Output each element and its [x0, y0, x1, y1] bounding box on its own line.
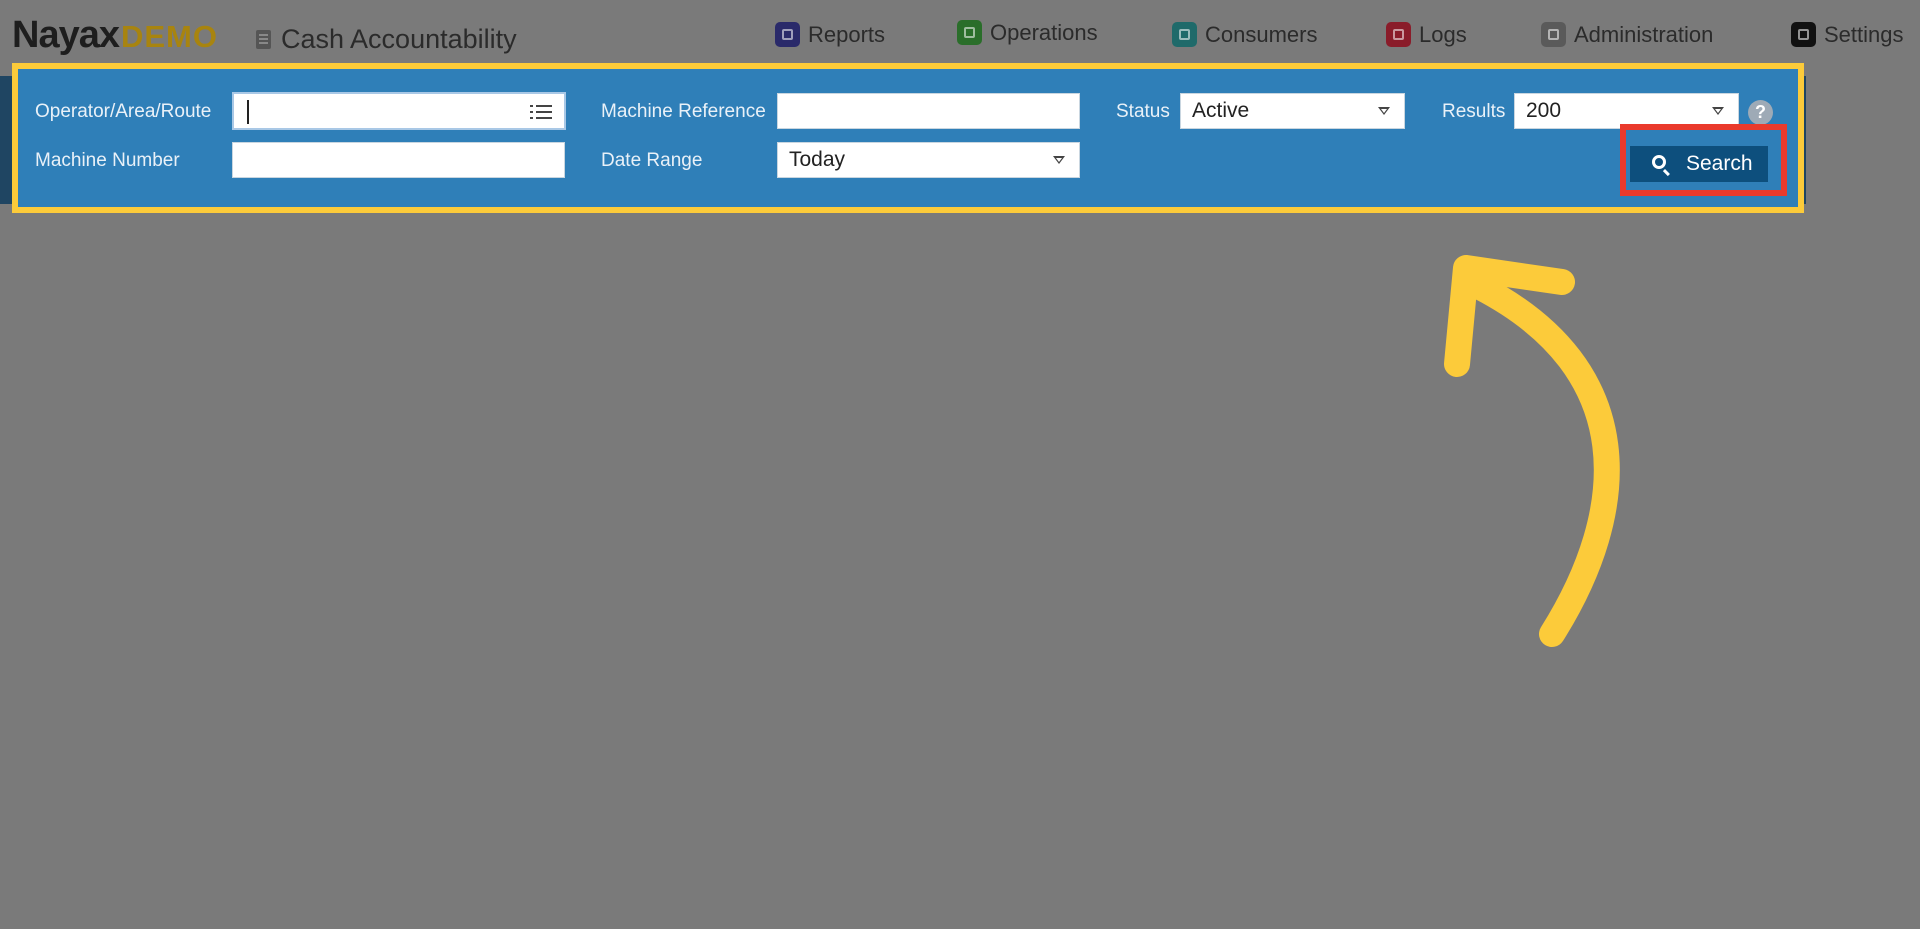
logs-icon [1386, 22, 1411, 47]
nav-settings-label: Settings [1824, 22, 1904, 47]
nav-logs-label: Logs [1419, 22, 1467, 47]
page-title: Cash Accountability [256, 24, 517, 55]
results-label: Results [1442, 101, 1506, 122]
results-value: 200 [1526, 99, 1562, 122]
results-select[interactable]: 200 [1514, 93, 1739, 129]
nav-settings[interactable]: Settings [1791, 22, 1904, 48]
machine-reference-label: Machine Reference [601, 101, 766, 122]
nav-operations[interactable]: Operations [957, 20, 1098, 46]
document-icon [256, 30, 271, 49]
brand-demo-tag: DEMO [120, 19, 218, 54]
machine-number-label: Machine Number [35, 150, 180, 171]
machine-reference-input[interactable] [777, 93, 1080, 129]
nav-consumers-label: Consumers [1205, 22, 1318, 47]
administration-icon [1541, 22, 1566, 47]
status-value: Active [1192, 99, 1250, 122]
chevron-down-icon [1378, 107, 1390, 115]
operator-area-route-input[interactable] [232, 92, 566, 130]
text-caret [247, 100, 249, 124]
help-icon[interactable]: ? [1748, 100, 1773, 125]
top-bar: NayaxDEMO Cash Accountability Reports Op… [0, 0, 1920, 76]
search-icon [1652, 155, 1666, 169]
machine-number-input[interactable] [232, 142, 565, 178]
status-select[interactable]: Active [1180, 93, 1405, 129]
consumers-icon [1172, 22, 1197, 47]
nav-administration-label: Administration [1574, 22, 1714, 47]
nav-administration[interactable]: Administration [1541, 22, 1713, 48]
nav-reports-label: Reports [808, 22, 886, 47]
chevron-down-icon [1712, 107, 1724, 115]
nav-consumers[interactable]: Consumers [1172, 22, 1317, 48]
date-range-value: Today [789, 148, 846, 171]
date-range-select[interactable]: Today [777, 142, 1080, 178]
search-button-label: Search [1686, 152, 1753, 175]
nav-operations-label: Operations [990, 20, 1098, 45]
status-label: Status [1116, 101, 1170, 122]
list-picker-icon[interactable] [530, 104, 552, 120]
nav-reports[interactable]: Reports [775, 22, 885, 48]
filter-panel: Operator/Area/Route Machine Reference St… [18, 69, 1798, 207]
search-button[interactable]: Search [1630, 146, 1768, 182]
nav-logs[interactable]: Logs [1386, 22, 1467, 48]
page-title-text: Cash Accountability [281, 24, 517, 54]
nayax-logo[interactable]: NayaxDEMO [12, 14, 218, 57]
date-range-label: Date Range [601, 150, 703, 171]
reports-icon [775, 22, 800, 47]
chevron-down-icon [1053, 156, 1065, 164]
operations-icon [957, 20, 982, 45]
settings-icon [1791, 22, 1816, 47]
brand-name: Nayax [12, 14, 120, 56]
operator-area-route-label: Operator/Area/Route [35, 101, 212, 122]
